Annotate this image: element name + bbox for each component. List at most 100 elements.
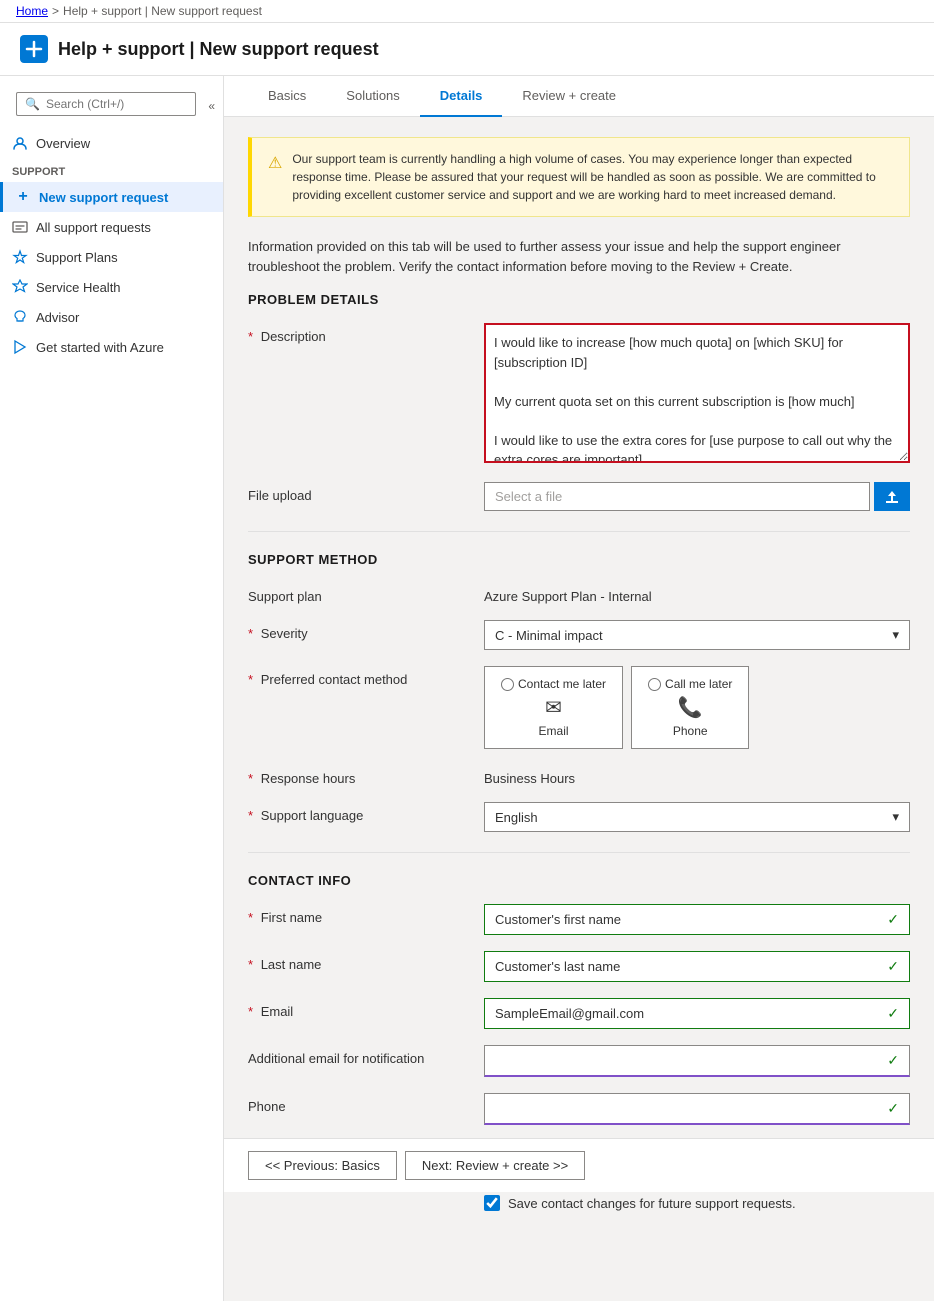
next-button[interactable]: Next: Review + create >> xyxy=(405,1151,585,1180)
email-control: SampleEmail@gmail.com ✓ xyxy=(484,998,910,1029)
severity-dropdown[interactable]: C - Minimal impact ▾ xyxy=(484,620,910,650)
file-upload-label: File upload xyxy=(248,482,468,503)
sidebar: 🔍 « Overview Support + New support reque… xyxy=(0,76,224,1301)
support-language-dropdown[interactable]: English ▾ xyxy=(484,802,910,832)
contact-phone-radio-row: Call me later xyxy=(648,677,732,691)
first-name-row: * First name Customer's first name ✓ xyxy=(248,904,910,935)
additional-email-row: Additional email for notification ✓ xyxy=(248,1045,910,1077)
file-input[interactable]: Select a file xyxy=(484,482,870,511)
tab-details[interactable]: Details xyxy=(420,76,503,117)
email-check-icon: ✓ xyxy=(887,1005,899,1022)
sidebar-item-get-started[interactable]: Get started with Azure xyxy=(0,332,223,362)
contact-method-row: * Preferred contact method Contact me la… xyxy=(248,666,910,749)
contact-method-control: Contact me later ✉ Email Call me later 📞 xyxy=(484,666,910,749)
save-contact-checkbox-row: Save contact changes for future support … xyxy=(484,1195,910,1211)
breadcrumb-home[interactable]: Home xyxy=(16,4,48,18)
severity-row: * Severity C - Minimal impact ▾ xyxy=(248,620,910,650)
phone-control: ✓ xyxy=(484,1093,910,1125)
additional-email-label: Additional email for notification xyxy=(248,1045,468,1066)
description-required-star: * xyxy=(248,329,253,344)
previous-button[interactable]: << Previous: Basics xyxy=(248,1151,397,1180)
section-divider-1 xyxy=(248,531,910,532)
phone-check-icon: ✓ xyxy=(887,1100,899,1117)
sidebar-item-all-support-label: All support requests xyxy=(36,220,151,235)
last-name-check-icon: ✓ xyxy=(887,958,899,975)
last-name-required-star: * xyxy=(248,957,253,972)
breadcrumb-current: Help + support | New support request xyxy=(63,4,262,18)
phone-row: Phone ✓ xyxy=(248,1093,910,1125)
contact-email-card[interactable]: Contact me later ✉ Email xyxy=(484,666,623,749)
severity-label: * Severity xyxy=(248,620,468,641)
description-label: * Description xyxy=(248,323,468,344)
description-control: I would like to increase [how much quota… xyxy=(484,323,910,466)
sidebar-item-overview[interactable]: Overview xyxy=(0,128,223,158)
overview-icon xyxy=(12,135,28,151)
contact-phone-card[interactable]: Call me later 📞 Phone xyxy=(631,666,749,749)
email-value: SampleEmail@gmail.com xyxy=(495,1006,644,1021)
file-upload-row: File upload Select a file xyxy=(248,482,910,511)
section-divider-2 xyxy=(248,852,910,853)
tabs: Basics Solutions Details Review + create xyxy=(224,76,934,117)
contact-email-radio[interactable] xyxy=(501,678,514,691)
sidebar-item-support-plans[interactable]: Support Plans xyxy=(0,242,223,272)
email-row: * Email SampleEmail@gmail.com ✓ xyxy=(248,998,910,1029)
file-upload-control: Select a file xyxy=(484,482,910,511)
tab-basics[interactable]: Basics xyxy=(248,76,326,117)
last-name-row: * Last name Customer's last name ✓ xyxy=(248,951,910,982)
severity-value: C - Minimal impact xyxy=(495,628,603,643)
support-language-control: English ▾ xyxy=(484,802,910,832)
tab-review-create[interactable]: Review + create xyxy=(502,76,636,117)
contact-method-label: * Preferred contact method xyxy=(248,666,468,687)
support-language-label: * Support language xyxy=(248,802,468,823)
contact-method-options: Contact me later ✉ Email Call me later 📞 xyxy=(484,666,910,749)
get-started-icon xyxy=(12,339,28,355)
page-header: Help + support | New support request xyxy=(0,23,934,76)
support-plan-label: Support plan xyxy=(248,583,468,604)
support-plans-icon xyxy=(12,249,28,265)
description-textarea[interactable]: I would like to increase [how much quota… xyxy=(484,323,910,463)
response-hours-label: * Response hours xyxy=(248,765,468,786)
sidebar-item-new-support-label: New support request xyxy=(39,190,168,205)
sidebar-section-support: Support xyxy=(0,158,223,182)
main-content: Basics Solutions Details Review + create… xyxy=(224,76,934,1301)
contact-call-later-label: Call me later xyxy=(665,677,732,691)
new-support-icon: + xyxy=(15,189,31,205)
all-support-icon xyxy=(12,219,28,235)
last-name-control: Customer's last name ✓ xyxy=(484,951,910,982)
severity-chevron-icon: ▾ xyxy=(892,627,899,643)
contact-email-later-label: Contact me later xyxy=(518,677,606,691)
support-language-chevron-icon: ▾ xyxy=(892,809,899,825)
phone-label: Phone xyxy=(248,1093,468,1114)
sidebar-item-advisor-label: Advisor xyxy=(36,310,79,325)
breadcrumb: Home > Help + support | New support requ… xyxy=(0,0,934,23)
file-browse-button[interactable] xyxy=(874,482,910,511)
alert-text: Our support team is currently handling a… xyxy=(292,150,893,204)
sidebar-item-advisor[interactable]: Advisor xyxy=(0,302,223,332)
severity-required-star: * xyxy=(248,626,253,641)
support-method-header: SUPPORT METHOD xyxy=(248,552,910,567)
sidebar-item-all-support[interactable]: All support requests xyxy=(0,212,223,242)
sidebar-item-support-plans-label: Support Plans xyxy=(36,250,118,265)
search-icon: 🔍 xyxy=(25,97,40,111)
severity-control: C - Minimal impact ▾ xyxy=(484,620,910,650)
save-contact-checkbox[interactable] xyxy=(484,1195,500,1211)
first-name-input[interactable]: Customer's first name ✓ xyxy=(484,904,910,935)
email-input[interactable]: SampleEmail@gmail.com ✓ xyxy=(484,998,910,1029)
search-input[interactable] xyxy=(46,97,187,111)
sidebar-item-service-health[interactable]: Service Health xyxy=(0,272,223,302)
first-name-required-star: * xyxy=(248,910,253,925)
file-upload-input-row: Select a file xyxy=(484,482,910,511)
contact-phone-radio[interactable] xyxy=(648,678,661,691)
email-icon: ✉ xyxy=(545,695,562,720)
alert-icon: ⚠ xyxy=(268,152,282,204)
last-name-input[interactable]: Customer's last name ✓ xyxy=(484,951,910,982)
sidebar-item-new-support[interactable]: + New support request xyxy=(0,182,223,212)
additional-email-input[interactable]: ✓ xyxy=(484,1045,910,1077)
bottom-nav: << Previous: Basics Next: Review + creat… xyxy=(224,1138,934,1192)
phone-input[interactable]: ✓ xyxy=(484,1093,910,1125)
response-hours-required-star: * xyxy=(248,771,253,786)
last-name-label: * Last name xyxy=(248,951,468,972)
search-box[interactable]: 🔍 xyxy=(16,92,196,116)
tab-solutions[interactable]: Solutions xyxy=(326,76,419,117)
sidebar-collapse-button[interactable]: « xyxy=(208,99,215,113)
